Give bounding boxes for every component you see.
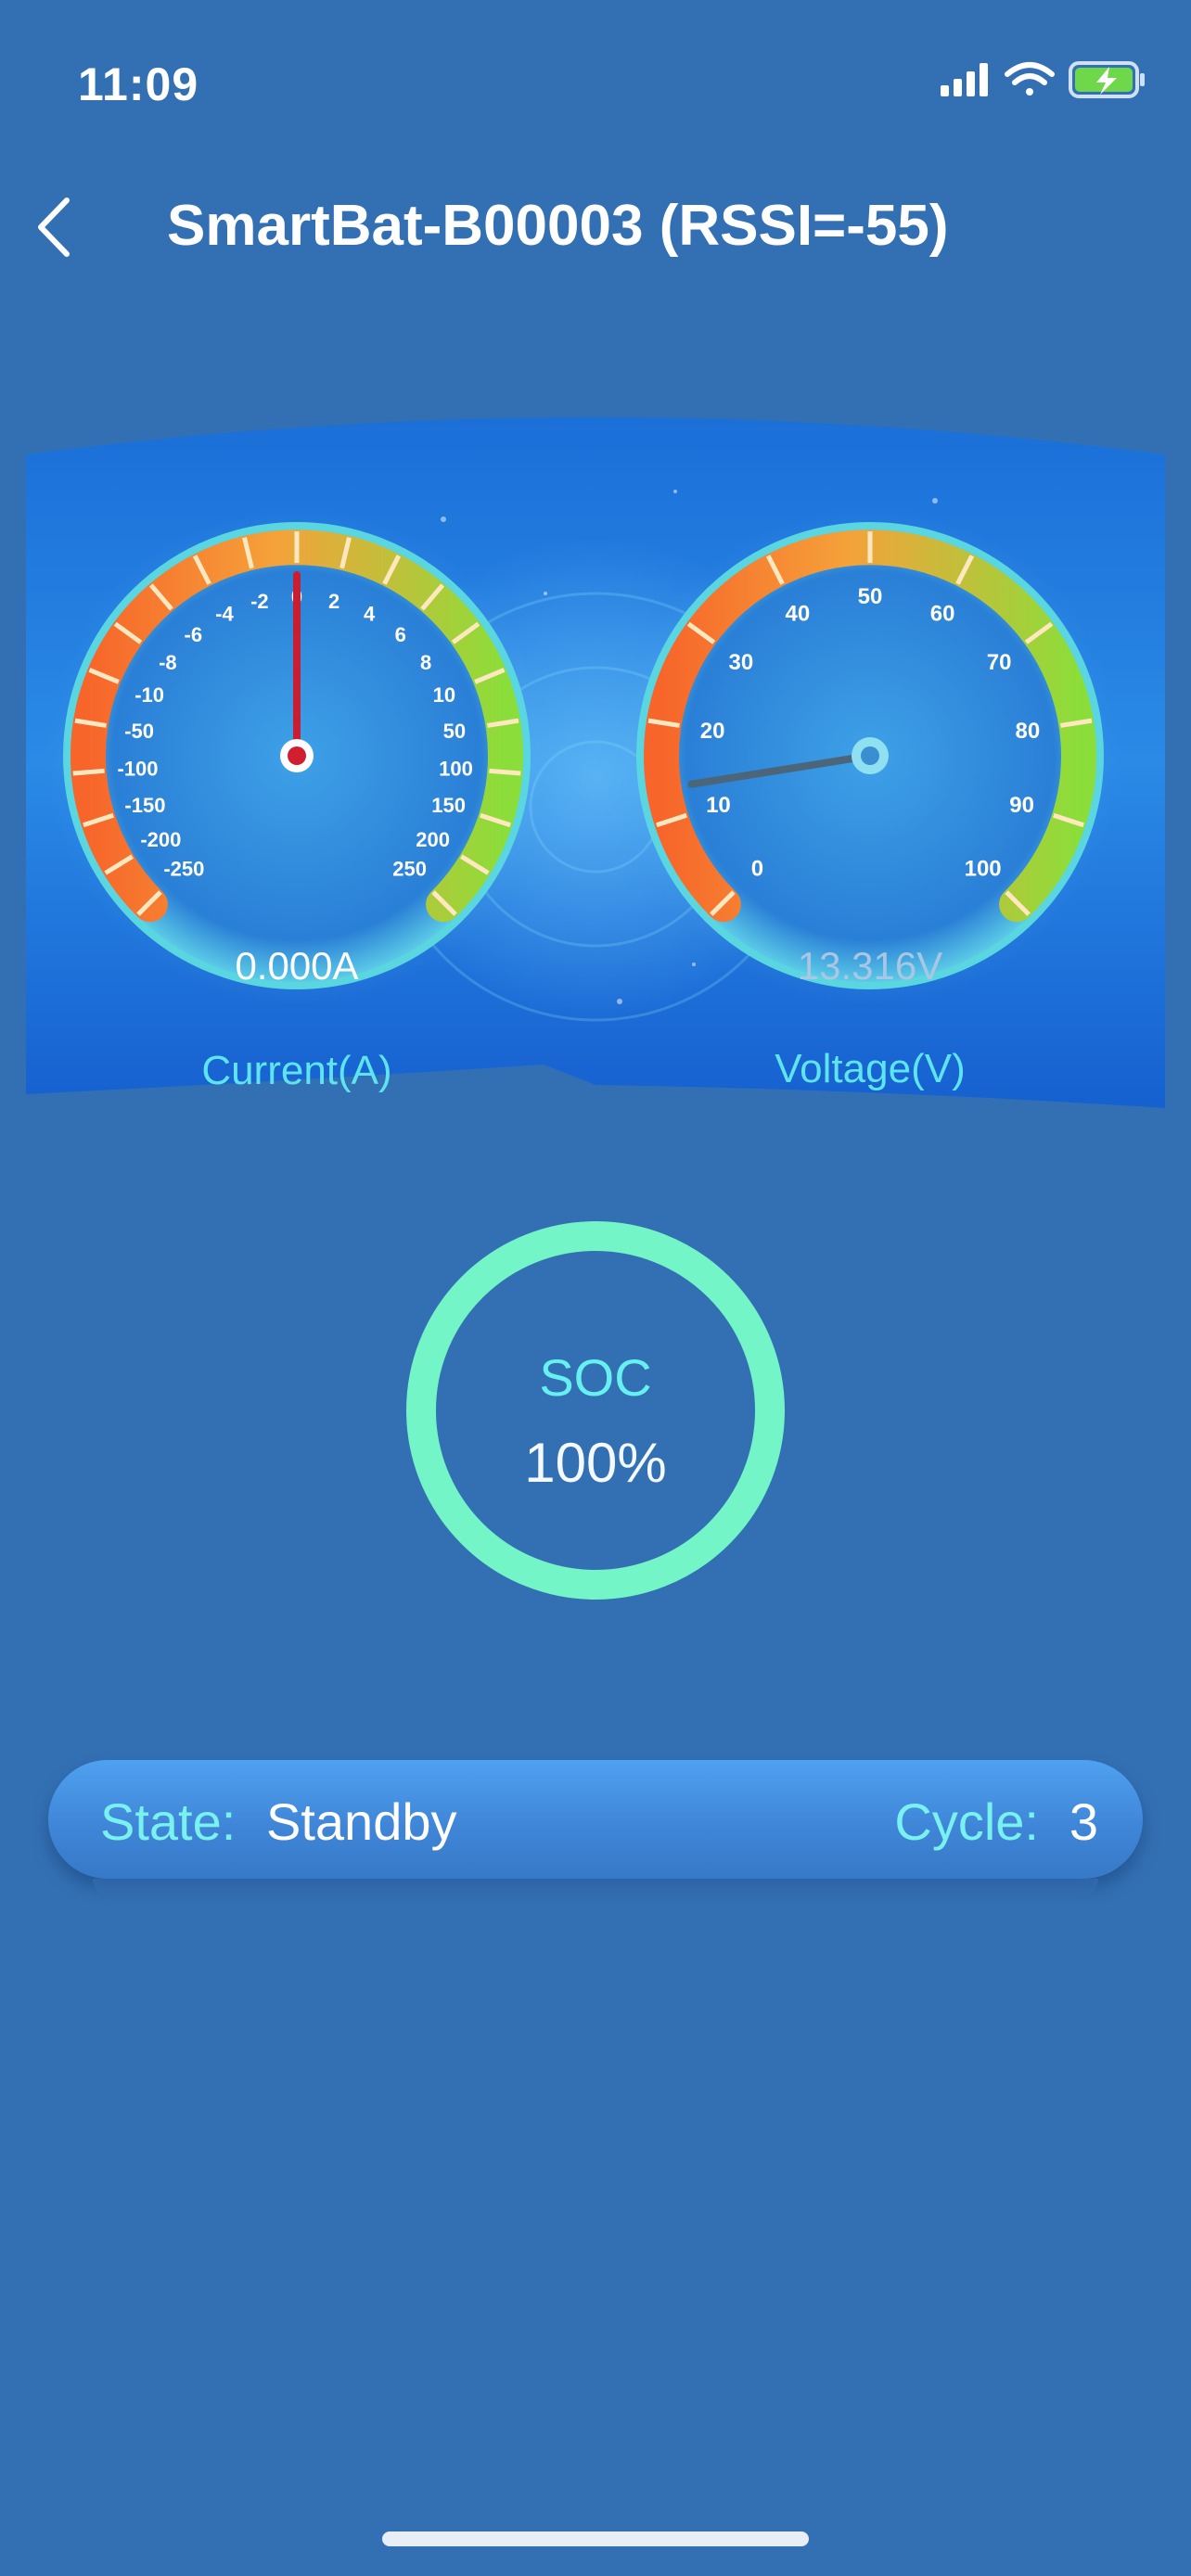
soc-title: SOC: [539, 1348, 652, 1407]
current-tick-label: -8: [159, 651, 177, 674]
current-tick-label: -10: [134, 683, 164, 707]
current-label: Current(A): [201, 1048, 392, 1093]
voltage-tick-label: 100: [965, 857, 1002, 882]
current-tick-label: -100: [118, 757, 159, 780]
current-tick-label: -6: [185, 623, 203, 646]
voltage-tick-label: 70: [987, 650, 1012, 675]
gauge-dashboard: -250-200-150-100-50-10-8-6-4-20246810501…: [26, 408, 1165, 1131]
cycle-value: 3: [1069, 1792, 1098, 1851]
current-tick-label: 250: [392, 858, 427, 881]
voltage-label: Voltage(V): [775, 1046, 966, 1091]
voltage-tick-label: 0: [751, 857, 763, 882]
current-gauge: -250-200-150-100-50-10-8-6-4-20246810501…: [46, 505, 547, 1006]
soc-value: 100%: [524, 1432, 667, 1494]
voltage-gauge: 0 10 20 30 40 50 60 70 80 90 100: [620, 505, 1121, 1006]
soc-indicator: SOC 100%: [404, 1219, 787, 1601]
status-bar: 11:09: [0, 0, 1191, 167]
voltage-tick-label: 10: [706, 793, 731, 818]
current-tick-label: 10: [433, 683, 455, 707]
home-indicator: [382, 2531, 809, 2546]
voltage-tick-label: 60: [930, 602, 955, 627]
voltage-tick-label: 30: [728, 650, 753, 675]
current-reading: 0.000A: [235, 944, 359, 988]
nav-bar: SmartBat-B00003 (RSSI=-55): [0, 176, 1191, 278]
status-icons: [941, 61, 1145, 98]
soc-ring: [406, 1221, 785, 1600]
current-tick-label: 50: [443, 720, 466, 743]
state-cycle-bar: State: Standby Cycle: 3: [48, 1760, 1143, 1879]
current-tick-label: -150: [124, 794, 165, 817]
current-tick-label: 2: [328, 590, 339, 613]
voltage-tick-label: 40: [786, 602, 811, 627]
current-tick: [489, 768, 521, 776]
status-time: 11:09: [78, 58, 199, 110]
current-tick-label: 6: [395, 623, 406, 646]
current-tick: [72, 768, 105, 776]
voltage-reading: 13.316V: [797, 944, 943, 988]
dashboard-graphic: -250-200-150-100-50-10-8-6-4-20246810501…: [26, 417, 1165, 1108]
current-tick-label: -50: [124, 720, 154, 743]
current-tick-label: 150: [431, 794, 466, 817]
voltage-tick-label: 50: [858, 584, 883, 609]
voltage-tick-label: 80: [1016, 719, 1041, 744]
current-tick-label: -250: [163, 858, 204, 881]
cycle-label: Cycle:: [894, 1792, 1039, 1851]
state-value: Standby: [266, 1792, 457, 1851]
current-tick-label: 100: [439, 757, 473, 780]
current-tick-label: 8: [420, 651, 431, 674]
device-title: SmartBat-B00003 (RSSI=-55): [167, 194, 949, 258]
state-label: State:: [100, 1792, 237, 1851]
current-tick-label: -4: [215, 603, 234, 626]
current-tick-label: -200: [140, 828, 181, 851]
voltage-tick-label: 90: [1009, 793, 1034, 818]
voltage-tick-label: 20: [700, 719, 725, 744]
wifi-icon: [1005, 62, 1055, 96]
current-tick-label: -2: [250, 590, 269, 613]
current-tick-label: 4: [364, 603, 376, 626]
current-tick-label: 200: [416, 828, 450, 851]
info-bar-shadow: [93, 1879, 1098, 1897]
battery-charging-icon: [1069, 61, 1145, 98]
back-chevron-icon[interactable]: [19, 185, 102, 269]
signal-icon: [941, 63, 988, 96]
